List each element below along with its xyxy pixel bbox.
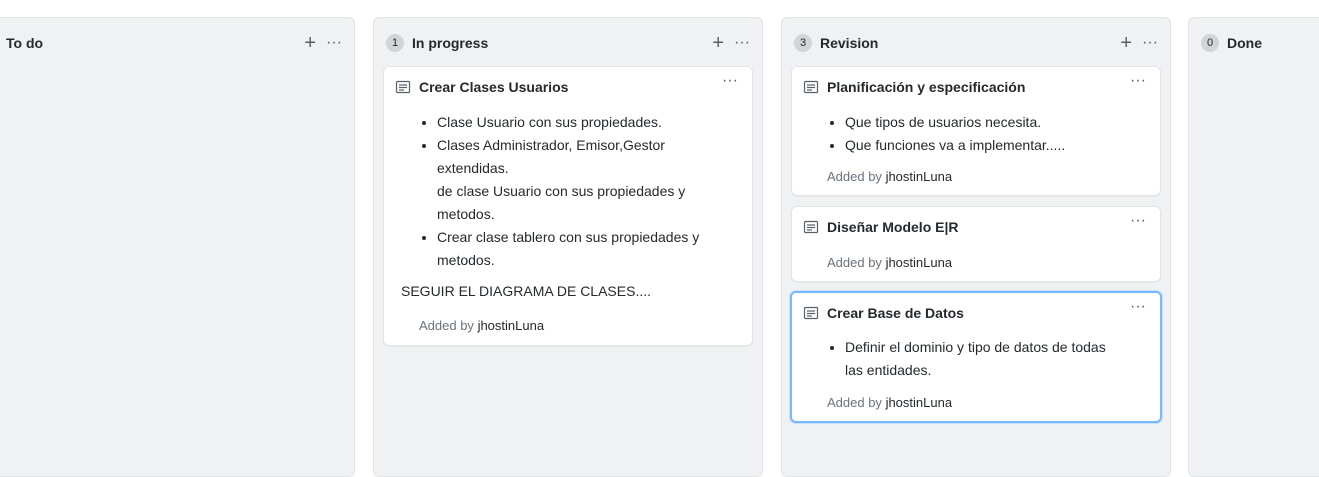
column-header: 0 Done	[1201, 32, 1319, 54]
list-item: Clases Administrador, Emisor,Gestor exte…	[437, 137, 665, 176]
note-icon	[803, 220, 819, 234]
note-icon	[395, 80, 411, 94]
card-title: Diseñar Modelo E|R	[827, 219, 959, 235]
column-menu-icon[interactable]: ···	[326, 35, 342, 51]
author-link[interactable]: jhostinLuna	[886, 255, 953, 270]
added-by: Added by jhostinLuna	[827, 395, 953, 410]
card-note: SEGUIR EL DIAGRAMA DE CLASES....	[401, 283, 651, 299]
column-in-progress: 1 In progress + ··· Crear Clases Usuario…	[373, 17, 763, 477]
card-menu-icon[interactable]: ···	[722, 73, 738, 89]
column-title: Revision	[820, 35, 879, 51]
note-icon	[803, 80, 819, 94]
added-by: Added by jhostinLuna	[419, 318, 545, 333]
card-count-badge: 1	[386, 34, 404, 52]
list-item: Crear clase tablero con sus propiedades …	[437, 226, 732, 272]
card-title: Planificación y especificación	[827, 79, 1026, 95]
column-title: Done	[1227, 35, 1262, 51]
list-item: Que tipos de usuarios necesita.	[845, 111, 1140, 134]
column-menu-icon[interactable]: ···	[1142, 35, 1158, 51]
add-card-icon[interactable]: +	[304, 33, 316, 53]
column-header: 3 Revision + ···	[794, 32, 1158, 54]
author-link[interactable]: jhostinLuna	[886, 169, 953, 184]
card-menu-icon[interactable]: ···	[1130, 213, 1146, 229]
list-item: Que funciones va a implementar.....	[845, 134, 1140, 157]
column-revision: 3 Revision + ··· Planificación y especif…	[781, 17, 1171, 477]
column-header: To do + ···	[6, 32, 342, 54]
list-item-continuation: de clase Usuario con sus propiedades y m…	[437, 183, 686, 222]
column-title: In progress	[412, 35, 489, 51]
column-header: 1 In progress + ···	[386, 32, 750, 54]
card-count-badge: 3	[794, 34, 812, 52]
card-menu-icon[interactable]: ···	[1130, 73, 1146, 89]
card-disenar-modelo[interactable]: Diseñar Modelo E|R ··· Added by jhostinL…	[791, 206, 1161, 282]
card-title: Crear Clases Usuarios	[419, 79, 569, 95]
card-crear-clases-usuarios[interactable]: Crear Clases Usuarios ··· Clase Usuario …	[383, 66, 753, 346]
column-todo: To do + ···	[0, 17, 355, 477]
added-by: Added by jhostinLuna	[827, 255, 953, 270]
author-link[interactable]: jhostinLuna	[478, 318, 545, 333]
column-title: To do	[6, 35, 44, 51]
card-title: Crear Base de Datos	[827, 305, 964, 321]
author-link[interactable]: jhostinLuna	[886, 395, 953, 410]
list-item: Clase Usuario con sus propiedades.	[437, 111, 732, 134]
card-crear-base-de-datos[interactable]: Crear Base de Datos ··· Definir el domin…	[790, 291, 1162, 423]
added-by: Added by jhostinLuna	[827, 169, 953, 184]
column-menu-icon[interactable]: ···	[734, 35, 750, 51]
add-card-icon[interactable]: +	[712, 33, 724, 53]
card-count-badge: 0	[1201, 34, 1219, 52]
note-icon	[803, 306, 819, 320]
column-done: 0 Done	[1188, 17, 1319, 477]
add-card-icon[interactable]: +	[1120, 33, 1132, 53]
card-menu-icon[interactable]: ···	[1130, 299, 1146, 315]
list-item: Definir el dominio y tipo de datos de to…	[845, 336, 1120, 382]
card-planificacion[interactable]: Planificación y especificación ··· Que t…	[791, 66, 1161, 196]
